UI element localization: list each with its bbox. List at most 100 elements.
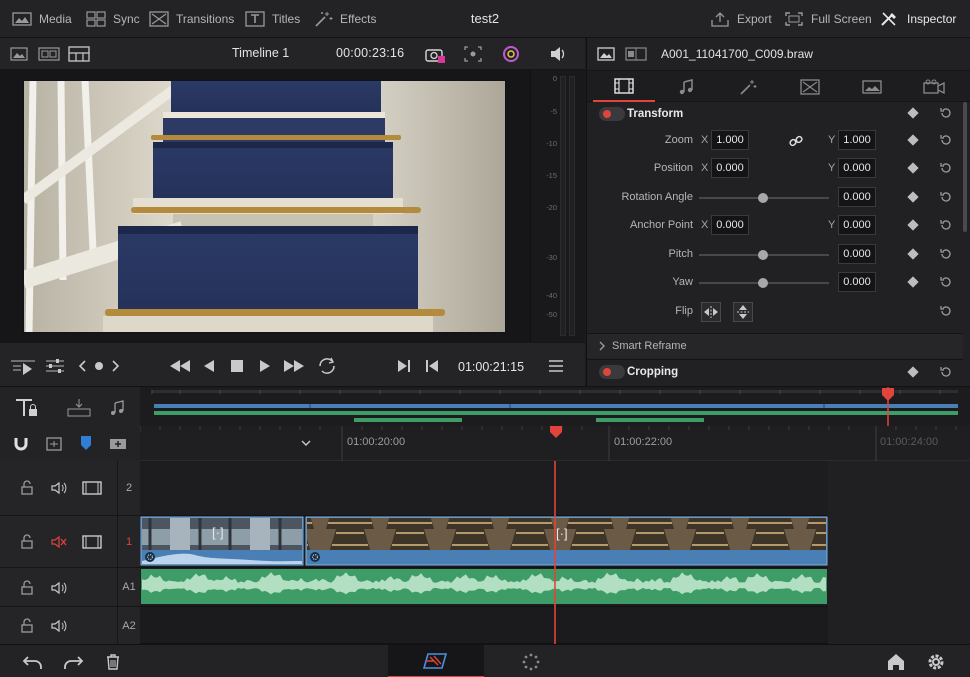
reset-icon[interactable] [939, 304, 953, 318]
tab-image[interactable] [841, 71, 903, 102]
reset-icon[interactable] [939, 365, 953, 379]
link-icon[interactable] [789, 134, 803, 148]
lock-icon[interactable] [20, 480, 34, 496]
keyframe-diamond-icon[interactable] [907, 276, 919, 288]
viewer-image-icon[interactable] [10, 44, 28, 64]
keyframe-diamond-icon[interactable] [907, 162, 919, 174]
undo-icon[interactable] [22, 653, 44, 671]
inspector-button[interactable]: Inspector [880, 0, 956, 38]
zoom-x-field[interactable]: 1.000 [711, 130, 749, 150]
title-tool-icon[interactable] [14, 397, 40, 419]
position-lock-icon[interactable] [44, 435, 64, 453]
reset-icon[interactable] [939, 190, 953, 204]
audio-insert-icon[interactable] [106, 398, 130, 418]
color-wheel-icon[interactable] [500, 44, 522, 64]
tab-effects[interactable] [717, 71, 779, 102]
play-icon[interactable] [258, 358, 272, 374]
yaw-field[interactable]: 0.000 [838, 272, 876, 292]
inspector-scrollbar[interactable] [963, 102, 967, 232]
anchor-x-field[interactable]: 0.000 [711, 215, 749, 235]
reset-icon[interactable] [939, 161, 953, 175]
video-viewer[interactable] [0, 70, 530, 342]
keyframe-diamond-icon[interactable] [907, 366, 919, 378]
jump-to-end-icon[interactable] [282, 358, 306, 374]
flip-horizontal-icon[interactable] [701, 302, 721, 322]
trash-icon[interactable] [104, 653, 122, 671]
cropping-section-header[interactable]: Cropping [587, 359, 963, 384]
tab-transition[interactable] [779, 71, 841, 102]
loop-icon[interactable] [316, 356, 338, 376]
cropping-toggle[interactable] [599, 365, 625, 379]
speaker-icon[interactable] [548, 44, 568, 64]
trim-mode-icon[interactable] [10, 357, 36, 375]
lock-icon[interactable] [20, 534, 34, 550]
media-button[interactable]: Media [12, 0, 72, 38]
reset-icon[interactable] [939, 247, 953, 261]
flip-vertical-icon[interactable] [733, 302, 753, 322]
reset-icon[interactable] [939, 133, 953, 147]
monitor-icon[interactable] [82, 481, 102, 495]
lock-icon[interactable] [20, 618, 34, 634]
zoom-y-field[interactable]: 1.000 [838, 130, 876, 150]
keyframe-diamond-icon[interactable] [907, 191, 919, 203]
sync-button[interactable]: Sync [86, 0, 140, 38]
keyframe-diamond-icon[interactable] [907, 219, 919, 231]
smart-reframe-icon[interactable] [462, 44, 484, 64]
transitions-button[interactable]: Transitions [149, 0, 234, 38]
insert-clip-icon[interactable] [66, 398, 92, 418]
speaker-icon[interactable] [50, 480, 68, 496]
blue-flag-icon[interactable] [78, 434, 94, 454]
add-marker-icon[interactable] [108, 435, 128, 453]
monitor-icon[interactable] [82, 535, 102, 549]
position-y-field[interactable]: 0.000 [838, 158, 876, 178]
fullscreen-button[interactable]: Full Screen [784, 0, 872, 38]
pitch-slider-knob[interactable] [758, 250, 768, 260]
chevron-down-icon[interactable] [301, 439, 311, 447]
keyframe-diamond-icon[interactable] [907, 248, 919, 260]
lock-icon[interactable] [20, 580, 34, 596]
next-edit-icon[interactable] [396, 358, 412, 374]
speaker-muted-icon[interactable] [50, 534, 68, 550]
effects-button[interactable]: Effects [313, 0, 376, 38]
timeline-tracks[interactable]: [·] [·] [140, 461, 970, 644]
speaker-icon[interactable] [50, 580, 68, 596]
export-button[interactable]: Export [710, 0, 772, 38]
anchor-y-field[interactable]: 0.000 [838, 215, 876, 235]
tab-video[interactable] [593, 71, 655, 102]
reset-icon[interactable] [939, 218, 953, 232]
rotation-field[interactable]: 0.000 [838, 187, 876, 207]
prev-next-marker-icon[interactable] [76, 359, 126, 373]
magnet-snap-icon[interactable] [12, 435, 30, 453]
sliders-icon[interactable] [44, 357, 66, 375]
loading-dots-icon[interactable] [522, 653, 540, 671]
timeline-overview[interactable] [140, 386, 970, 427]
reset-icon[interactable] [939, 275, 953, 289]
tab-audio[interactable] [655, 71, 717, 102]
timeline-name[interactable]: Timeline 1 [232, 46, 289, 60]
menu-icon[interactable] [548, 359, 564, 373]
smart-reframe-section[interactable]: Smart Reframe [587, 333, 963, 358]
speaker-icon[interactable] [50, 618, 68, 634]
tab-file[interactable] [903, 71, 965, 102]
camera-effects-icon[interactable] [424, 44, 446, 64]
home-icon[interactable] [886, 652, 906, 672]
stop-icon[interactable] [230, 359, 244, 373]
gear-icon[interactable] [926, 652, 946, 672]
previous-edit-icon[interactable] [424, 358, 440, 374]
yaw-slider-knob[interactable] [758, 278, 768, 288]
transform-section-header[interactable]: Transform [587, 101, 963, 126]
cut-page-tab[interactable] [388, 645, 484, 677]
playhead-marker[interactable] [549, 426, 563, 438]
transform-toggle[interactable] [599, 106, 625, 121]
redo-icon[interactable] [62, 653, 84, 671]
pitch-field[interactable]: 0.000 [838, 244, 876, 264]
reverse-play-icon[interactable] [202, 358, 216, 374]
keyframe-diamond-icon[interactable] [907, 107, 919, 119]
keyframe-diamond-icon[interactable] [907, 134, 919, 146]
titles-button[interactable]: Titles [245, 0, 300, 38]
rotation-slider-knob[interactable] [758, 193, 768, 203]
reset-icon[interactable] [939, 106, 953, 120]
layout-icon[interactable] [68, 44, 90, 64]
compare-icon[interactable] [625, 46, 647, 62]
source-viewer-icon[interactable] [38, 44, 60, 64]
